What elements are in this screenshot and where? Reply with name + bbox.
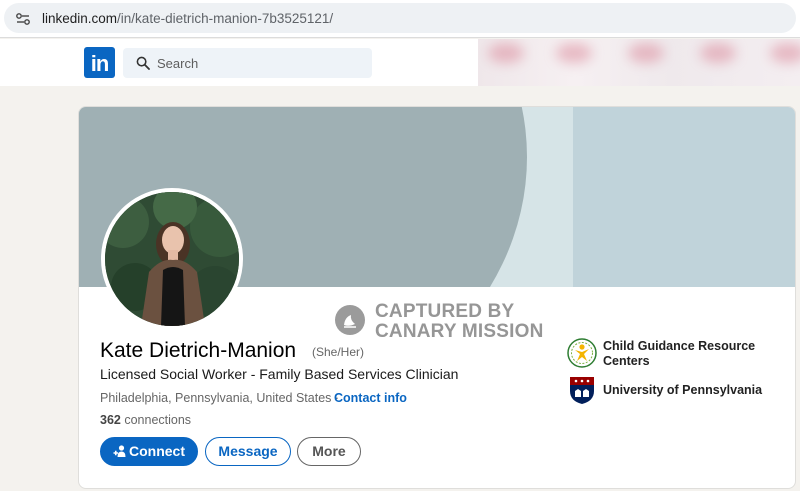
url-path: /in/kate-dietrich-manion-7b3525121/ <box>117 11 334 26</box>
search-input[interactable] <box>157 48 357 78</box>
blurred-nav-region <box>478 39 800 86</box>
cgrc-logo-icon <box>567 338 597 368</box>
connect-button[interactable]: Connect <box>100 437 198 466</box>
upenn-shield-icon <box>570 377 594 404</box>
watermark-text: CAPTURED BY CANARY MISSION <box>375 302 544 342</box>
profile-pronouns: (She/Her) <box>312 345 365 359</box>
url-domain: linkedin.com <box>42 11 118 26</box>
connections-count[interactable]: 362 connections <box>100 413 191 427</box>
search-icon <box>136 56 150 70</box>
avatar-photo <box>105 192 239 326</box>
connect-label: Connect <box>129 443 185 459</box>
connections-number: 362 <box>100 413 121 427</box>
add-person-icon <box>113 445 126 457</box>
contact-info-link[interactable]: Contact info <box>334 391 407 405</box>
canary-bird-icon <box>335 305 365 335</box>
url-text[interactable]: linkedin.com/in/kate-dietrich-manion-7b3… <box>42 11 333 26</box>
watermark-line-1: CAPTURED BY <box>375 301 515 322</box>
watermark-line-2: CANARY MISSION <box>375 321 544 342</box>
linkedin-logo-icon[interactable]: in <box>84 47 115 78</box>
location-text: Philadelphia, Pennsylvania, United State… <box>100 391 332 405</box>
more-button[interactable]: More <box>297 437 361 466</box>
profile-location: Philadelphia, Pennsylvania, United State… <box>100 391 339 405</box>
search-box[interactable] <box>123 48 372 78</box>
profile-card: CAPTURED BY CANARY MISSION Kate Dietrich… <box>78 106 796 489</box>
org-name-upenn: University of Pennsylvania <box>603 383 763 397</box>
canary-mission-watermark: CAPTURED BY CANARY MISSION <box>335 299 555 342</box>
message-button[interactable]: Message <box>205 437 291 466</box>
linkedin-nav-bar: in <box>0 39 800 86</box>
site-settings-icon[interactable] <box>16 13 30 25</box>
profile-headline: Licensed Social Worker - Family Based Se… <box>100 366 459 382</box>
org-name-child-guidance: Child Guidance Resource Centers <box>603 339 756 368</box>
profile-avatar[interactable] <box>101 188 243 330</box>
profile-name: Kate Dietrich-Manion <box>100 339 297 362</box>
browser-address-bar: linkedin.com/in/kate-dietrich-manion-7b3… <box>0 0 800 38</box>
connections-label: connections <box>120 413 192 427</box>
url-field[interactable]: linkedin.com/in/kate-dietrich-manion-7b3… <box>4 3 796 33</box>
